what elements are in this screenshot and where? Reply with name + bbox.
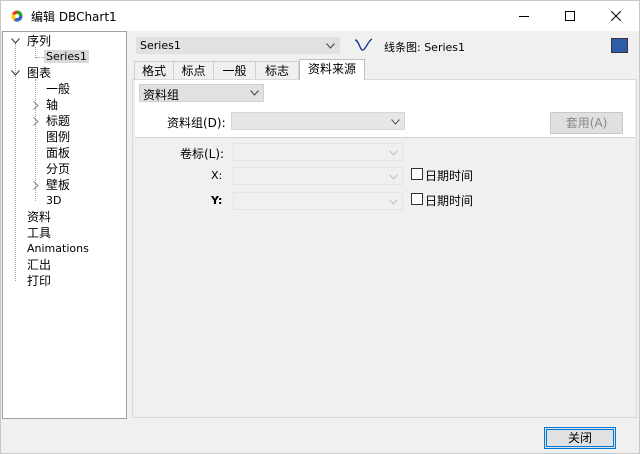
window-title: 编辑 DBChart1 [31,10,117,24]
tree-item-titles[interactable]: 标题 [46,113,70,129]
expand-icon[interactable] [31,177,41,193]
tab-general[interactable]: 一般 [213,61,256,79]
minimize-button[interactable] [501,1,547,31]
series-type-label: 线条图: Series1 [384,41,466,54]
tree-item-chart[interactable]: 图表 [27,65,51,81]
tree-item-series1-label: Series1 [44,50,89,63]
close-button[interactable]: 关闭 [544,427,616,449]
labels-combo[interactable] [233,143,403,161]
y-values-combo[interactable] [233,192,403,210]
collapse-icon[interactable] [10,33,20,49]
x-datetime-label: 日期时间 [425,169,474,183]
close-window-button[interactable] [593,1,639,31]
expand-icon[interactable] [31,113,41,129]
expand-icon[interactable] [31,97,41,113]
y-field-label: Y: [211,194,223,207]
y-datetime-label: 日期时间 [425,194,474,208]
datasource-type-select[interactable]: 资料组 [139,84,264,102]
chevron-down-icon [386,146,401,159]
tree-item-series1[interactable]: Series1 [44,49,89,65]
tree-item-walls[interactable]: 壁板 [46,177,70,193]
chevron-down-icon [247,86,262,99]
series-select[interactable]: Series1 [136,37,340,54]
panel-divider [135,137,635,138]
labels-field-label: 卷标(L): [180,147,225,161]
tab-marks[interactable]: 标志 [255,61,299,79]
editor-window: 编辑 DBChart1 序列 Series1 图表 一般 轴 标题 图例 面板 … [0,0,640,454]
tree-item-paging[interactable]: 分页 [46,161,70,177]
y-datetime-checkbox[interactable] [411,193,423,205]
editor-tree[interactable]: 序列 Series1 图表 一般 轴 标题 图例 面板 分页 壁板 3D 资料 … [2,31,127,419]
tree-item-axis[interactable]: 轴 [46,97,58,113]
tree-item-tools[interactable]: 工具 [27,225,51,241]
apply-button[interactable]: 套用(A) [550,112,623,134]
chevron-down-icon [386,170,401,183]
tree-item-series[interactable]: 序列 [27,33,51,49]
tree-item-panel[interactable]: 面板 [46,145,70,161]
title-bar: 编辑 DBChart1 [1,1,639,31]
dataset-label: 资料组(D): [167,116,226,130]
collapse-icon[interactable] [10,65,20,81]
series-color-button[interactable] [611,38,628,53]
tree-item-3d[interactable]: 3D [46,193,61,209]
minimize-icon [519,16,529,17]
tree-item-export[interactable]: 汇出 [27,257,51,273]
tree-item-print[interactable]: 打印 [27,273,51,289]
teechart-app-icon [11,10,23,22]
close-icon [611,11,621,21]
x-field-label: X: [211,169,223,182]
chevron-down-icon [388,115,403,128]
dataset-combo[interactable] [231,112,405,130]
x-values-combo[interactable] [233,167,403,185]
maximize-button[interactable] [547,1,593,31]
tree-item-animations[interactable]: Animations [27,241,89,257]
chevron-down-icon [386,195,401,208]
tab-points[interactable]: 标点 [173,61,214,79]
chevron-down-icon [323,39,338,52]
tab-datasource[interactable]: 资料来源 [299,59,365,80]
tree-guide-line [36,57,44,58]
line-series-icon [354,38,373,51]
datasource-type-value: 资料组 [143,88,180,102]
x-datetime-checkbox[interactable] [411,168,423,180]
maximize-icon [565,11,575,21]
tree-item-data[interactable]: 资料 [27,209,51,225]
series-select-value: Series1 [140,39,181,52]
tab-format[interactable]: 格式 [134,61,174,79]
tree-item-general[interactable]: 一般 [46,81,70,97]
tree-item-legend[interactable]: 图例 [46,129,70,145]
